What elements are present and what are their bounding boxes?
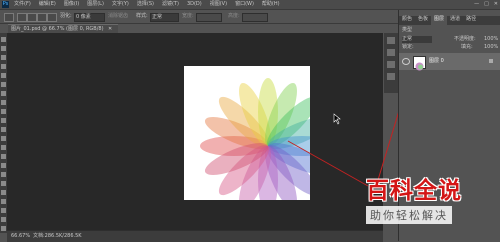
history-icon[interactable] [387, 37, 395, 44]
tab-swatches[interactable]: 色板 [415, 16, 431, 25]
watermark-title: 百科全说 [366, 178, 462, 204]
character-icon[interactable] [387, 73, 395, 80]
blend-mode-select[interactable]: 正常 [402, 36, 432, 43]
panel-tabs: 颜色 色板 图层 通道 路径 [399, 16, 500, 25]
watermark-subtitle: 助你轻松解决 [366, 206, 452, 224]
fill-input[interactable]: 100% [484, 44, 498, 51]
properties-icon[interactable] [387, 49, 395, 56]
document-info[interactable]: 文档:286.5K/286.5K [33, 233, 82, 240]
lock-icon [489, 59, 493, 63]
layer-name[interactable]: 图层 0 [429, 58, 444, 65]
lock-label: 锁定: [402, 44, 414, 50]
tab-layers[interactable]: 图层 [431, 16, 448, 25]
status-bar: 66.67% 文档:286.5K/286.5K [7, 230, 383, 242]
collapsed-panels [384, 33, 398, 93]
fill-label: 填充: [461, 44, 473, 50]
watermark: 百科全说 助你轻松解决 [366, 178, 486, 234]
opacity-input[interactable]: 100% [484, 36, 498, 43]
tab-color[interactable]: 颜色 [399, 16, 415, 25]
layer-thumbnail [413, 56, 426, 71]
tab-channels[interactable]: 通道 [447, 16, 463, 25]
eye-icon[interactable] [402, 58, 410, 65]
opacity-label: 不透明度: [454, 36, 476, 42]
adjustments-icon[interactable] [387, 61, 395, 68]
zoom-level[interactable]: 66.67% [11, 233, 30, 240]
layer-filter-kind[interactable]: 类型 [402, 27, 412, 34]
layer-row[interactable]: 图层 0 [399, 53, 500, 71]
tab-paths[interactable]: 路径 [463, 16, 479, 25]
